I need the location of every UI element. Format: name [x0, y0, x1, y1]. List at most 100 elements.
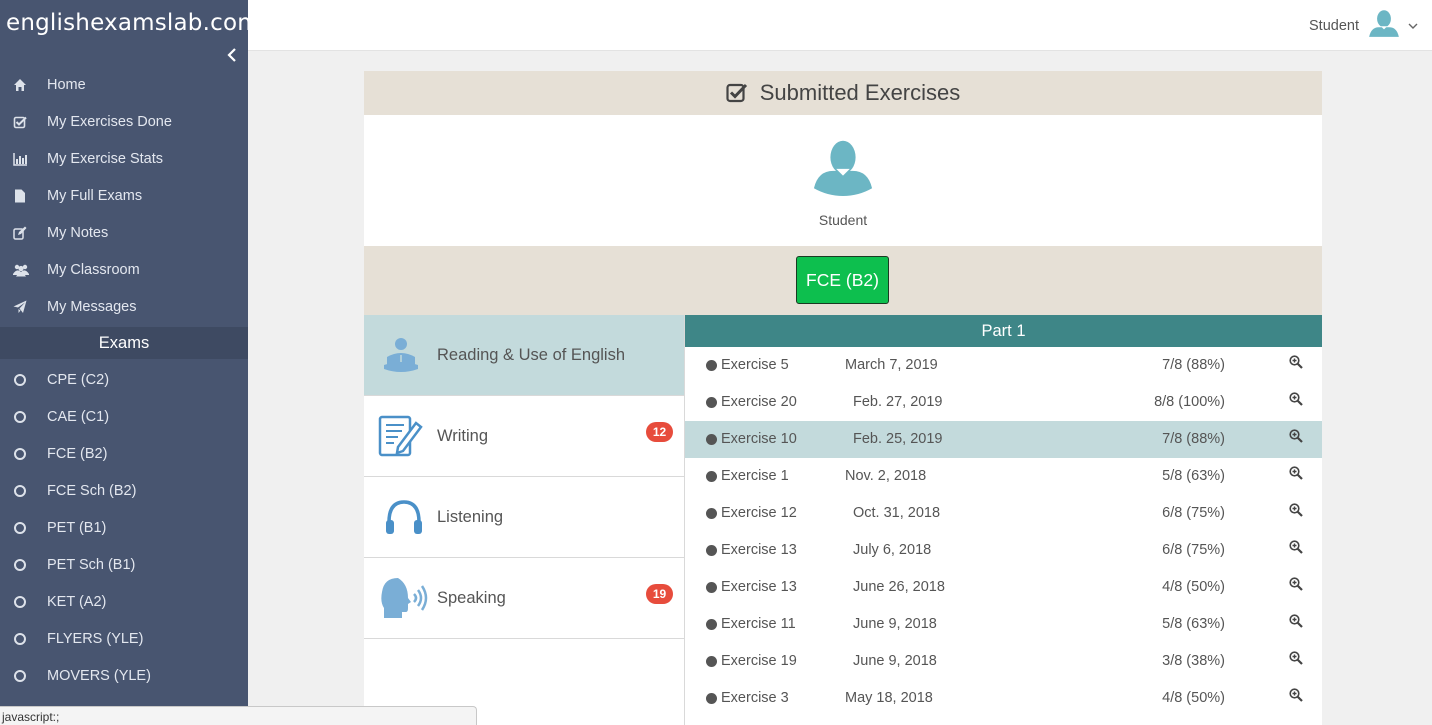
tab-reading-use-of-english[interactable]: Reading & Use of English [364, 315, 684, 396]
user-name: Student [1309, 17, 1359, 34]
exercise-date: Feb. 27, 2019 [853, 394, 943, 410]
nav-exam-pet[interactable]: PET (B1) [0, 509, 248, 546]
speaking-icon [364, 576, 437, 620]
nav-exam-ket[interactable]: KET (A2) [0, 583, 248, 620]
user-menu[interactable]: Student [1309, 6, 1418, 45]
circle-icon [0, 484, 47, 497]
exercise-row[interactable]: Exercise 10 Feb. 25, 2019 7/8 (88%) [685, 421, 1322, 458]
exercise-name: Exercise 3 [721, 690, 789, 706]
card-header: Submitted Exercises [364, 71, 1322, 115]
zoom-in-icon[interactable] [1289, 688, 1305, 704]
circle-icon [0, 558, 47, 571]
exercise-row[interactable]: Exercise 19 June 9, 2018 3/8 (38%) [685, 643, 1322, 680]
bullet-icon [706, 545, 717, 556]
exercise-name: Exercise 13 [721, 542, 797, 558]
nav-item-label: My Full Exams [47, 187, 143, 204]
nav-exam-pet-sch[interactable]: PET Sch (B1) [0, 546, 248, 583]
zoom-in-icon[interactable] [1289, 466, 1305, 482]
exercise-row[interactable]: Exercise 20 Feb. 27, 2019 8/8 (100%) [685, 384, 1322, 421]
exercise-row[interactable]: Exercise 12 Oct. 31, 2018 6/8 (75%) [685, 495, 1322, 532]
nav-exam-fce-sch[interactable]: FCE Sch (B2) [0, 472, 248, 509]
exercise-row[interactable]: Exercise 5 March 7, 2019 7/8 (88%) [685, 347, 1322, 384]
circle-icon [0, 669, 47, 682]
exercise-name: Exercise 12 [721, 505, 797, 521]
site-logo[interactable]: englishexamslab.com [0, 0, 260, 48]
nav-item-messages[interactable]: My Messages [0, 288, 248, 325]
exercise-score: 5/8 (63%) [1162, 468, 1225, 484]
nav-item-classroom[interactable]: My Classroom [0, 251, 248, 288]
circle-icon [0, 595, 47, 608]
reader-icon [364, 335, 437, 375]
nav-item-label: KET (A2) [47, 593, 107, 610]
notification-badge: 12 [646, 422, 673, 442]
zoom-in-icon[interactable] [1289, 540, 1305, 556]
zoom-in-icon[interactable] [1289, 614, 1305, 630]
home-icon [0, 78, 47, 92]
exercise-row[interactable]: Exercise 3 May 18, 2018 4/8 (50%) [685, 680, 1322, 717]
bullet-icon [706, 656, 717, 667]
exam-level-button[interactable]: FCE (B2) [796, 256, 889, 304]
notification-badge: 19 [646, 584, 673, 604]
nav-item-label: FCE Sch (B2) [47, 482, 137, 499]
send-icon [0, 300, 47, 314]
tab-listening[interactable]: Listening [364, 477, 684, 558]
exercise-row[interactable]: Exercise 1 Nov. 2, 2018 5/8 (63%) [685, 458, 1322, 495]
nav-item-label: FLYERS (YLE) [47, 630, 144, 647]
exercise-name: Exercise 1 [721, 468, 789, 484]
zoom-in-icon[interactable] [1289, 355, 1305, 371]
nav-item-exercise-stats[interactable]: My Exercise Stats [0, 140, 248, 177]
nav-exam-cpe[interactable]: CPE (C2) [0, 361, 248, 398]
tab-label: Writing [437, 426, 489, 445]
page-title: Submitted Exercises [759, 80, 961, 105]
chevron-left-icon[interactable] [226, 47, 238, 63]
exercise-score: 7/8 (88%) [1162, 357, 1225, 373]
nav-item-exercises-done[interactable]: My Exercises Done [0, 103, 248, 140]
zoom-in-icon[interactable] [1289, 651, 1305, 667]
bullet-icon [706, 397, 717, 408]
exercise-row[interactable]: Exercise 13 July 6, 2018 6/8 (75%) [685, 532, 1322, 569]
exercise-date: Oct. 31, 2018 [853, 505, 941, 521]
nav-item-home[interactable]: Home [0, 66, 248, 103]
main-nav: Home My Exercises Done My Exercise Stats… [0, 66, 248, 325]
exercise-name: Exercise 5 [721, 357, 789, 373]
bullet-icon [706, 360, 717, 371]
paper-tabs: Reading & Use of English Writing 12 List… [364, 315, 684, 639]
nav-item-label: CAE (C1) [47, 408, 110, 425]
zoom-in-icon[interactable] [1289, 392, 1305, 408]
zoom-in-icon[interactable] [1289, 429, 1305, 445]
zoom-in-icon[interactable] [1289, 503, 1305, 519]
nav-exam-cae[interactable]: CAE (C1) [0, 398, 248, 435]
exercise-date: May 18, 2018 [845, 690, 933, 706]
circle-icon [0, 410, 47, 423]
nav-exam-fce[interactable]: FCE (B2) [0, 435, 248, 472]
tab-speaking[interactable]: Speaking 19 [364, 558, 684, 639]
exercise-date: June 26, 2018 [853, 579, 945, 595]
nav-item-notes[interactable]: My Notes [0, 214, 248, 251]
exercise-list: Part 1 Exercise 5 March 7, 2019 7/8 (88%) … [684, 315, 1322, 725]
nav-exam-flyers[interactable]: FLYERS (YLE) [0, 620, 248, 657]
part-header: Part 1 [685, 315, 1322, 347]
exercise-row[interactable]: Exercise 11 June 9, 2018 5/8 (63%) [685, 606, 1322, 643]
exercise-name: Exercise 13 [721, 579, 797, 595]
zoom-in-icon[interactable] [1289, 577, 1305, 593]
nav-item-label: PET Sch (B1) [47, 556, 136, 573]
nav-item-label: PET (B1) [47, 519, 107, 536]
nav-item-full-exams[interactable]: My Full Exams [0, 177, 248, 214]
nav-item-label: Home [47, 76, 86, 93]
nav-item-label: My Messages [47, 298, 137, 315]
bullet-icon [706, 582, 717, 593]
nav-exam-movers[interactable]: MOVERS (YLE) [0, 657, 248, 694]
sidebar: englishexamslab.com Home My Exercises Do… [0, 0, 260, 725]
browser-status-bar: javascript:; [0, 706, 477, 725]
exercise-score: 5/8 (63%) [1162, 616, 1225, 632]
exercise-score: 3/8 (38%) [1162, 653, 1225, 669]
bullet-icon [706, 471, 717, 482]
chevron-down-icon [1408, 19, 1418, 33]
bullet-icon [706, 693, 717, 704]
exercise-score: 6/8 (75%) [1162, 542, 1225, 558]
tab-writing[interactable]: Writing 12 [364, 396, 684, 477]
bullet-icon [706, 619, 717, 630]
bar-chart-icon [0, 152, 47, 166]
exercise-name: Exercise 20 [721, 394, 797, 410]
exercise-row[interactable]: Exercise 13 June 26, 2018 4/8 (50%) [685, 569, 1322, 606]
